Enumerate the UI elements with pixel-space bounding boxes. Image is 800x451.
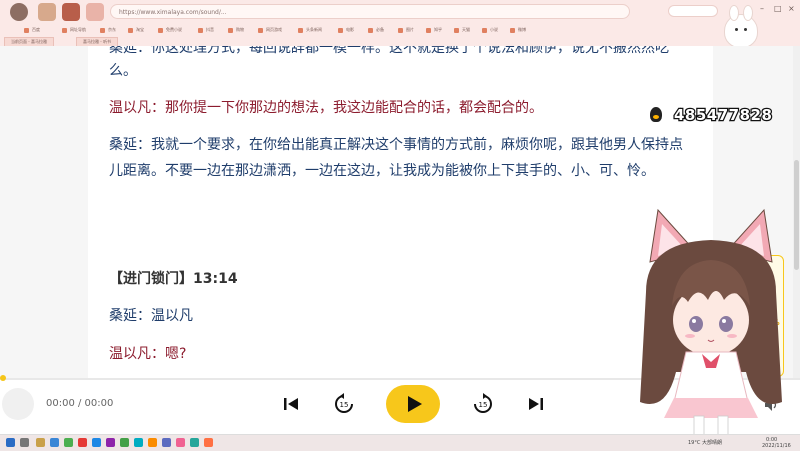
penguin-icon xyxy=(650,107,662,122)
bookmarks-bar: 百度 网址导航 京东 淘宝 免费小说 抖音 购物 网页游戏 头条新闻 电影 必备… xyxy=(0,25,800,35)
tab-current[interactable]: 当前页面 - 喜马拉雅 xyxy=(4,37,54,46)
browser-chrome: https://www.ximalaya.com/sound/... – □ ×… xyxy=(0,0,800,47)
bookmark-item[interactable]: 淘宝 xyxy=(128,25,144,35)
start-icon[interactable] xyxy=(6,438,15,447)
forward-label: 15 xyxy=(479,401,488,409)
bookmark-item[interactable]: 必备 xyxy=(368,25,384,35)
bookmark-item[interactable]: 京东 xyxy=(100,25,116,35)
app-icon[interactable] xyxy=(204,438,213,447)
bookmark-item[interactable]: 百度 xyxy=(24,25,40,35)
forward-15-icon[interactable]: 15 xyxy=(471,392,495,416)
folder-icon[interactable] xyxy=(36,438,45,447)
app-icon[interactable] xyxy=(134,438,143,447)
close-icon[interactable]: × xyxy=(788,4,795,13)
maximize-icon[interactable]: □ xyxy=(774,4,782,13)
dialogue-line: 儿距离。不要一边在那边潇洒，一边在这边，让我成为能被你上下其手的、小、可、怜。 xyxy=(109,163,655,179)
qq-number: 485477828 xyxy=(673,105,773,126)
rewind-label: 15 xyxy=(340,401,349,409)
avatar[interactable] xyxy=(10,3,28,21)
bookmark-item[interactable]: 知乎 xyxy=(426,25,442,35)
bunny-mascot-icon xyxy=(724,5,758,48)
bookmark-item[interactable]: 头条新闻 xyxy=(298,25,322,35)
app-icon[interactable] xyxy=(162,438,171,447)
app-icon[interactable] xyxy=(190,438,199,447)
skip-next-icon[interactable] xyxy=(524,392,548,416)
app-icon[interactable] xyxy=(176,438,185,447)
dialogue-line: 温以凡：那你提一下你那边的想法，我这边能配合的话，都会配合的。 xyxy=(109,100,543,116)
app-icon[interactable] xyxy=(120,438,129,447)
rewind-15-icon[interactable]: 15 xyxy=(332,392,356,416)
cafe-icon xyxy=(38,3,56,21)
dialogue-line: 温以凡：嗯? xyxy=(109,346,187,362)
qq-contact-overlay: 485477828 xyxy=(650,104,780,126)
minimize-icon[interactable]: – xyxy=(760,4,764,13)
clock-date: 2022/11/16 xyxy=(762,443,791,449)
bookmark-item[interactable]: 图片 xyxy=(398,25,414,35)
scrollbar-thumb[interactable] xyxy=(794,160,799,270)
bookmark-item[interactable]: 网址导航 xyxy=(62,25,86,35)
search-icon[interactable] xyxy=(20,438,29,447)
bookmark-item[interactable]: 抖音 xyxy=(198,25,214,35)
app-icon[interactable] xyxy=(92,438,101,447)
skip-previous-icon[interactable] xyxy=(279,392,303,416)
browser-search-input[interactable] xyxy=(668,5,718,17)
time-display: 00:00 / 00:00 xyxy=(46,398,114,409)
weather-text: 19°C 大部晴朗 xyxy=(688,440,722,446)
section-heading: 【进门锁门】13:14 xyxy=(109,271,238,287)
bookmark-item[interactable]: 购物 xyxy=(228,25,244,35)
cup-icon xyxy=(86,3,104,21)
bookmark-item[interactable]: 小说 xyxy=(482,25,498,35)
bookmark-item[interactable]: 免费小说 xyxy=(158,25,182,35)
app-icon[interactable] xyxy=(64,438,73,447)
bookmark-item[interactable]: 网页游戏 xyxy=(258,25,282,35)
browser-icon[interactable] xyxy=(50,438,59,447)
album-cover[interactable] xyxy=(2,388,34,420)
transcript-article: 桑延：你这处理方式，每回说辞都一模一样。这不就是换了个说法和顾伊，说无不搬然然吃… xyxy=(88,46,713,378)
dialogue-line: 桑延：我就一个要求，在你给出能真正解决这个事情的方式前，麻烦你呢，跟其他男人保持… xyxy=(109,137,683,153)
app-icon[interactable] xyxy=(78,438,87,447)
app-icon[interactable] xyxy=(148,438,157,447)
tab-other[interactable]: 喜马拉雅 - 听书 xyxy=(76,37,118,46)
dialogue-line: 桑延：你这处理方式，每回说辞都一模一样。这不就是换了个说法和顾伊，说无不搬然然吃 xyxy=(109,46,669,56)
bookmark-item[interactable]: 电影 xyxy=(338,25,354,35)
tab-strip: 当前页面 - 喜马拉雅 喜马拉雅 - 听书 xyxy=(0,37,800,46)
progress-knob[interactable] xyxy=(0,375,6,381)
address-row: https://www.ximalaya.com/sound/... – □ × xyxy=(0,0,800,24)
address-bar[interactable]: https://www.ximalaya.com/sound/... xyxy=(110,4,630,19)
dialogue-line: 桑延：温以凡 xyxy=(109,308,193,324)
cake-icon xyxy=(62,3,80,21)
app-icon[interactable] xyxy=(106,438,115,447)
dialogue-line: 么。 xyxy=(109,63,137,79)
bookmark-item[interactable]: 微博 xyxy=(510,25,526,35)
anime-character-overlay xyxy=(640,208,782,439)
play-button[interactable] xyxy=(386,385,440,423)
bookmark-item[interactable]: 天猫 xyxy=(454,25,470,35)
